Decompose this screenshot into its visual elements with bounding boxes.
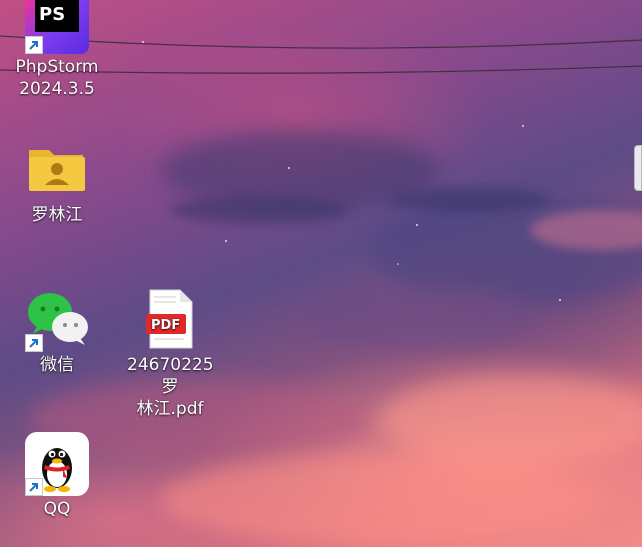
wechat-icon [25,288,89,352]
desktop-icon-label: PhpStorm [15,57,99,77]
qq-penguin-icon [25,432,89,496]
shortcut-arrow-icon [25,478,43,496]
shortcut-arrow-icon [25,334,43,352]
desktop-icon-label: 罗林江 [31,205,83,225]
desktop-icon-pdf-file[interactable]: PDF 24670225罗 林江.pdf [125,288,215,420]
pdf-file-icon: PDF [138,288,202,352]
phpstorm-icon: PS [25,0,89,54]
desktop-icon-label: 微信 [40,355,74,375]
desktop-icon-user-folder[interactable]: 罗林江 [12,138,102,226]
desktop-icon-wechat[interactable]: 微信 [12,288,102,376]
shortcut-arrow-icon [25,36,43,54]
phpstorm-logo-text: PS [39,4,65,25]
desktop-icon-label: 24670225罗 [127,355,214,397]
desktop-icon-phpstorm[interactable]: PS PhpStorm 2024.3.5 [12,0,102,100]
user-folder-icon [25,138,89,202]
desktop-icon-label: QQ [43,499,71,519]
pdf-badge-text: PDF [151,318,180,333]
desktop-icon-label-line2: 林江.pdf [136,399,204,419]
window-edge-handle[interactable] [634,145,642,191]
desktop-icon-label-line2: 2024.3.5 [19,79,95,99]
desktop-icon-qq[interactable]: QQ [12,432,102,520]
